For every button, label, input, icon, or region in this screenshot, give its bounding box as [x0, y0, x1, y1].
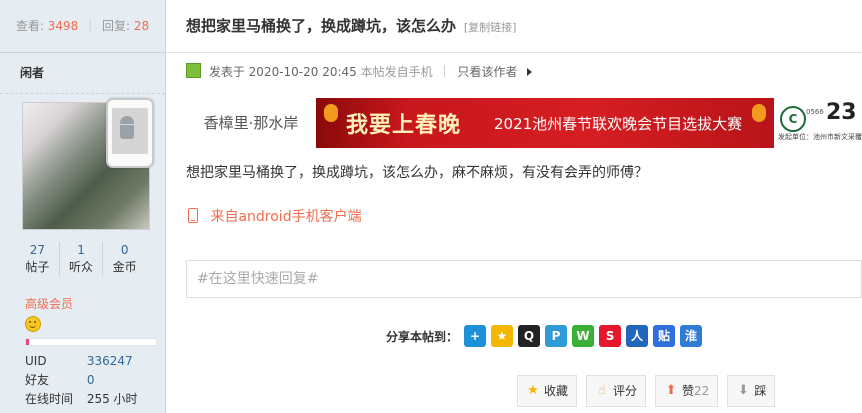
author-info: UID 336247 好友 0 在线时间 255 小时 [25, 352, 138, 409]
count-label: 听众 [69, 260, 94, 274]
tencent-weibo-icon[interactable]: P [545, 325, 568, 347]
star-icon: ★ [527, 383, 539, 398]
online-status-icon [186, 63, 201, 78]
count-label: 帖子 [25, 260, 50, 274]
banner-center: 我要上春晚 2021池州春节联欢晚会节目选拔大赛 [316, 98, 774, 148]
post-body: 想把家里马桶换了，换成蹲坑，该怎么办，麻不麻烦，有没有会弄的师傅？ [186, 165, 648, 181]
info-row: UID 336247 [25, 352, 138, 371]
level-progress-fill [26, 339, 29, 345]
favorite-label: 收藏 [544, 384, 569, 398]
from-client-link[interactable]: 来自android手机客户端 [210, 209, 361, 225]
post-meta-label: 发表于 [208, 65, 245, 79]
author-only-link[interactable]: 只看该作者 [457, 65, 517, 79]
banner-program: 2021池州春节联欢晚会节目选拔大赛 [494, 115, 743, 133]
author-counts: 27 帖子 1 听众 0 金币 [16, 242, 146, 276]
thread-title-bar: 想把家里马桶换了，换成蹲坑，该怎么办 [复制链接] [166, 0, 862, 53]
arrow-right-icon [527, 68, 533, 76]
info-key: 在线时间 [25, 392, 74, 406]
post-main: 想把家里马桶换了，换成蹲坑，该怎么办 [复制链接] 发表于 2020-10-20… [166, 0, 862, 413]
post-meta: 发表于 2020-10-20 20:45 本帖发自手机 只看该作者 [186, 63, 533, 81]
plus-share-icon[interactable]: + [464, 325, 487, 347]
info-key: UID [25, 354, 47, 368]
thread-stats: 查看: 3498 | 回复: 28 [0, 0, 165, 53]
info-row: 在线时间 255 小时 [25, 390, 138, 409]
views-count: 3498 [47, 19, 79, 33]
tieba-icon[interactable]: 贴 [653, 325, 676, 347]
info-row: 好友 0 [25, 371, 138, 390]
banner-left-text: 香樟里·那水岸 [186, 98, 316, 148]
count-value: 27 [29, 243, 45, 257]
dislike-label: 踩 [754, 384, 767, 398]
banner-slogan: 我要上春晚 [346, 112, 462, 138]
stats-separator: | [88, 19, 93, 33]
banner-logo-icon: C [780, 106, 806, 132]
level-progress-bar [25, 338, 157, 346]
count-value: 1 [77, 243, 85, 257]
post-date: 2020-10-20 20:45 [248, 65, 357, 79]
count-label: 金币 [112, 260, 137, 274]
share-bar: 分享本帖到： + ★ Q P W S 人贴淮 [386, 322, 707, 350]
mobile-phone-icon [188, 208, 198, 223]
like-label: 赞 [682, 384, 695, 398]
info-key: 好友 [25, 373, 50, 387]
qq-penguin-icon[interactable]: Q [518, 325, 541, 347]
arrow-down-icon: ⬇ [737, 383, 749, 398]
post-actions: ★ 收藏 ☝ 评分 ⬆ 赞 22 ⬇ 踩 [517, 375, 784, 407]
like-count: 22 [694, 384, 710, 398]
thread-title: 想把家里马桶换了，换成蹲坑，该怎么办 [186, 17, 457, 35]
banner-right: C 0566 23 发起单位：池州市新文采覆盖传 [774, 98, 862, 148]
android-phone-icon [106, 98, 154, 168]
banner-right-small: 0566 [806, 108, 824, 116]
copy-link-button[interactable]: [复制链接] [464, 21, 517, 34]
dislike-button[interactable]: ⬇ 踩 [727, 375, 776, 407]
count-coins[interactable]: 0 金币 [103, 242, 146, 276]
favorite-button[interactable]: ★ 收藏 [517, 375, 578, 407]
qzone-star-icon[interactable]: ★ [491, 325, 514, 347]
banner-right-number: 23 [826, 100, 857, 125]
count-listeners[interactable]: 1 听众 [60, 242, 104, 276]
lantern-icon [752, 104, 766, 122]
rate-button[interactable]: ☝ 评分 [586, 375, 647, 407]
like-button[interactable]: ⬆ 赞 22 [655, 375, 719, 407]
smiley-rank-icon [25, 316, 41, 332]
arrow-up-icon: ⬆ [665, 383, 677, 398]
kaixin-icon[interactable]: 淮 [680, 325, 703, 347]
renren-icon[interactable]: 人 [626, 325, 649, 347]
replies-count: 28 [133, 19, 150, 33]
advert-banner[interactable]: 香樟里·那水岸 我要上春晚 2021池州春节联欢晚会节目选拔大赛 C 0566 … [186, 98, 862, 148]
replies-label: 回复: [101, 19, 131, 33]
from-client: 来自android手机客户端 [188, 206, 362, 226]
lantern-icon [324, 104, 338, 122]
thumb-icon: ☝ [598, 383, 606, 398]
info-value[interactable]: 336247 [87, 354, 133, 368]
author-name[interactable]: 闲者 [0, 53, 165, 94]
author-sidebar: 查看: 3498 | 回复: 28 闲者 27 帖子 1 听众 0 金币 高级会… [0, 0, 166, 413]
info-value: 255 小时 [86, 392, 138, 406]
views-label: 查看: [15, 19, 44, 33]
mobile-note: 本帖发自手机 [360, 65, 433, 79]
count-posts[interactable]: 27 帖子 [16, 242, 60, 276]
meta-divider [444, 65, 446, 77]
share-label: 分享本帖到： [386, 329, 459, 344]
banner-right-bottom: 发起单位：池州市新文采覆盖传 [778, 133, 862, 141]
user-rank[interactable]: 高级会员 [25, 295, 73, 312]
avatar-container [22, 98, 154, 230]
rate-label: 评分 [613, 384, 638, 398]
wechat-icon[interactable]: W [572, 325, 595, 347]
quick-reply-input[interactable]: #在这里快速回复# [186, 260, 862, 298]
sina-weibo-icon[interactable]: S [599, 325, 622, 347]
info-value[interactable]: 0 [87, 373, 95, 387]
count-value: 0 [120, 243, 129, 257]
